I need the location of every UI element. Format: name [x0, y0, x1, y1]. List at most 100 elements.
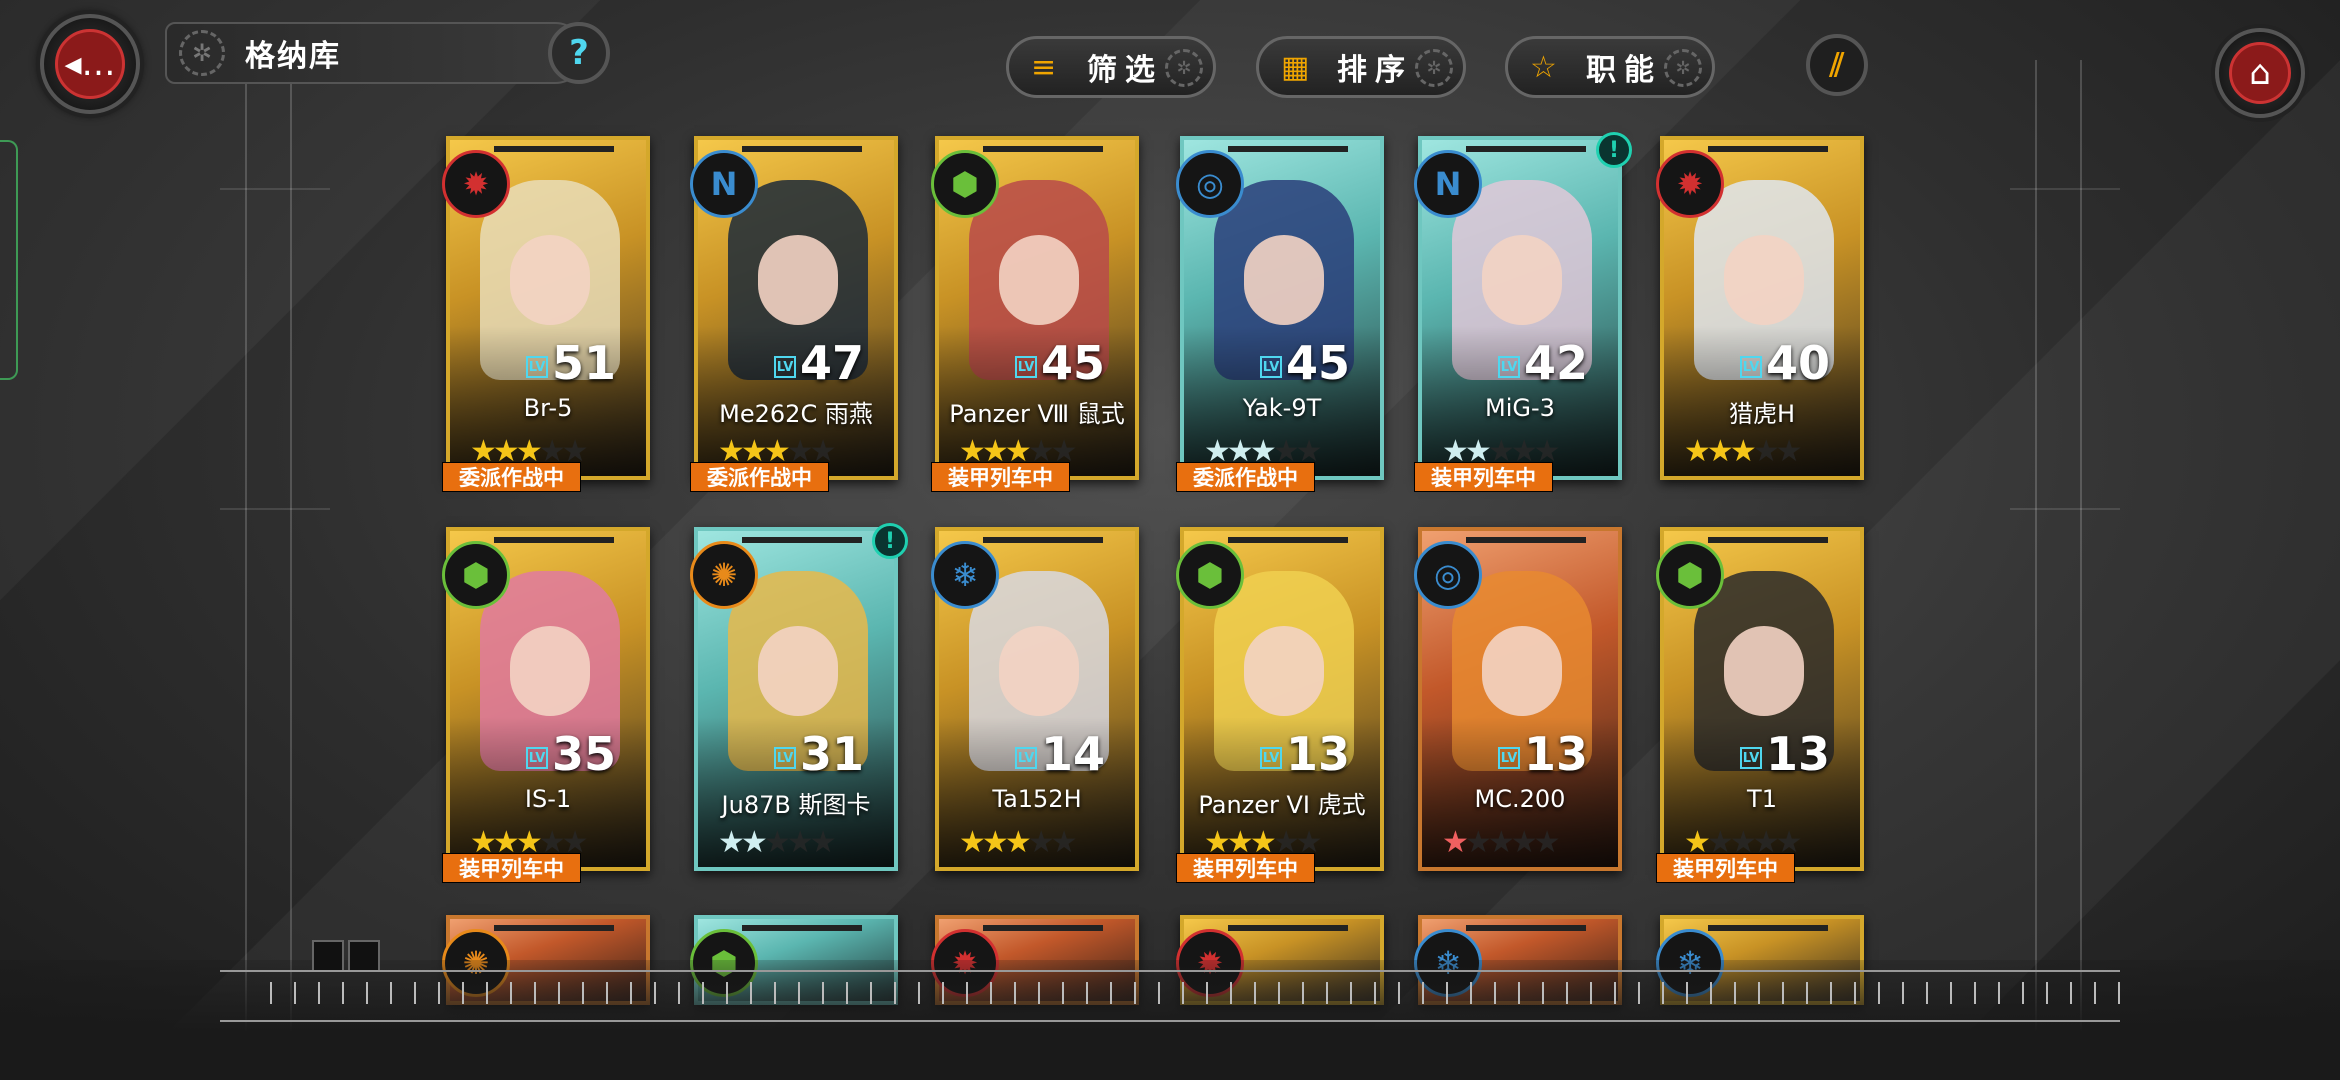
unit-card[interactable]: ⬢ LV 13 T1 ★★★★★ 装甲列车中 — [1656, 527, 1864, 883]
role-button[interactable]: ☆ 职能 ✲ — [1505, 36, 1715, 98]
star-icon: ★ — [740, 825, 768, 860]
home-button[interactable]: ⌂ — [2215, 28, 2305, 118]
star-rating: ★★★★★ — [718, 825, 837, 860]
decor-line — [220, 508, 330, 510]
home-icon: ⌂ — [2229, 42, 2291, 104]
level-tag-icon: LV — [1497, 747, 1520, 769]
unit-name: IS-1 — [524, 785, 572, 813]
unit-card[interactable]: ⬢ LV 35 IS-1 ★★★★★ 装甲列车中 — [442, 527, 650, 883]
level-tag-icon: LV — [773, 356, 796, 378]
unit-name: Me262C 雨燕 — [719, 400, 873, 428]
star-icon: ★ — [1729, 434, 1757, 469]
level-number: 13 — [1765, 727, 1830, 781]
unit-level: LV 13 — [1739, 727, 1830, 781]
status-badge: 委派作战中 — [442, 462, 581, 492]
star-icon: ★ — [1027, 825, 1055, 860]
sort-button[interactable]: ▦ 排序 ✲ — [1256, 36, 1466, 98]
blue-n-icon: N — [690, 150, 758, 218]
ruler-line — [220, 970, 2120, 972]
unit-level: LV 51 — [525, 336, 616, 390]
green-shield-icon: ⬢ — [1656, 541, 1724, 609]
character-face — [1724, 235, 1804, 325]
star-rating: ★★★★★ — [959, 825, 1078, 860]
card-top-bar — [1228, 925, 1348, 931]
unit-card[interactable]: ⬢ LV 45 Panzer Ⅷ 鼠式 ★★★★★ 装甲列车中 — [931, 136, 1139, 492]
gear-icon: ✲ — [1165, 49, 1203, 87]
blue-snowflake-icon: ❄ — [931, 541, 999, 609]
gear-icon: ✲ — [1664, 49, 1702, 87]
unit-name: MC.200 — [1474, 785, 1566, 813]
star-outline-icon: ☆ — [1530, 49, 1557, 85]
order-toggle-button[interactable]: ⫽ — [1806, 34, 1868, 96]
gear-icon: ✲ — [179, 30, 225, 76]
decor-rail — [290, 60, 292, 1080]
star-icon: ★ — [1706, 434, 1734, 469]
unit-card[interactable]: ◎ LV 13 MC.200 ★★★★★ — [1414, 527, 1622, 871]
gear-icon: ✲ — [1415, 49, 1453, 87]
status-badge: 装甲列车中 — [442, 853, 581, 883]
card-top-bar — [494, 146, 614, 152]
card-top-bar — [494, 537, 614, 543]
level-tag-icon: LV — [525, 356, 548, 378]
character-face — [510, 235, 590, 325]
star-icon: ★ — [718, 825, 745, 860]
star-icon: ★ — [809, 825, 837, 860]
filter-button[interactable]: ≡ 筛选 ✲ — [1006, 36, 1216, 98]
level-tag-icon: LV — [1014, 747, 1037, 769]
unit-card[interactable]: ✹ LV 51 Br-5 ★★★★★ 委派作战中 — [442, 136, 650, 492]
star-icon: ★ — [1752, 434, 1780, 469]
level-tag-icon: LV — [1259, 747, 1282, 769]
unit-name: 猎虎H — [1728, 400, 1796, 428]
star-icon: ★ — [959, 825, 986, 860]
level-number: 13 — [1285, 727, 1350, 781]
unit-card[interactable]: N LV 47 Me262C 雨燕 ★★★★★ 委派作战中 — [690, 136, 898, 492]
unit-card[interactable]: N! LV 42 MiG-3 ★★★★★ 装甲列车中 — [1414, 132, 1632, 492]
card-top-bar — [494, 925, 614, 931]
unit-name: Yak-9T — [1242, 394, 1322, 422]
unit-card[interactable]: ❄ LV 14 Ta152H ★★★★★ — [931, 527, 1139, 871]
back-button[interactable]: ◂… — [40, 14, 140, 114]
green-shield-icon: ⬢ — [442, 541, 510, 609]
decor-line — [220, 188, 330, 190]
level-number: 51 — [551, 336, 616, 390]
card-top-bar — [1228, 146, 1348, 152]
unit-card[interactable]: ✹ LV 40 猎虎H ★★★★★ — [1656, 136, 1864, 480]
card-top-bar — [742, 537, 862, 543]
unit-card[interactable]: ◎ LV 45 Yak-9T ★★★★★ 委派作战中 — [1176, 136, 1384, 492]
unit-card[interactable]: ✺! LV 31 Ju87B 斯图卡 ★★★★★ — [690, 523, 908, 871]
unit-name: Panzer Ⅷ 鼠式 — [949, 400, 1125, 428]
filter-lines-icon: ≡ — [1031, 49, 1057, 85]
grid-squares-icon: ▦ — [1281, 49, 1310, 85]
help-button[interactable]: ? — [548, 22, 610, 84]
unit-level: LV 40 — [1739, 336, 1830, 390]
order-bars-icon: ⫽ — [1829, 45, 1845, 84]
blue-target-icon: ◎ — [1414, 541, 1482, 609]
level-tag-icon: LV — [1497, 356, 1520, 378]
red-gear-icon: ✹ — [1656, 150, 1724, 218]
level-number: 40 — [1765, 336, 1830, 390]
unit-card[interactable]: ⬢ LV 13 Panzer VI 虎式 ★★★★★ 装甲列车中 — [1176, 527, 1384, 883]
unit-name: Panzer VI 虎式 — [1198, 791, 1366, 819]
card-top-bar — [1708, 537, 1828, 543]
card-top-bar — [1466, 537, 1586, 543]
blue-target-icon: ◎ — [1176, 150, 1244, 218]
star-icon: ★ — [1004, 825, 1032, 860]
card-top-bar — [983, 146, 1103, 152]
star-icon: ★ — [1442, 825, 1469, 860]
page-title: 格纳库 — [245, 39, 341, 74]
level-number: 31 — [799, 727, 864, 781]
level-tag-icon: LV — [1739, 747, 1762, 769]
unit-level: LV 13 — [1259, 727, 1350, 781]
star-icon: ★ — [981, 825, 1009, 860]
star-icon: ★ — [1050, 825, 1078, 860]
page-indicator-square — [348, 940, 380, 972]
star-icon: ★ — [1487, 825, 1515, 860]
green-shield-icon: ⬢ — [931, 150, 999, 218]
unit-level: LV 42 — [1497, 340, 1588, 386]
level-number: 45 — [1285, 336, 1350, 390]
card-top-bar — [983, 537, 1103, 543]
side-drawer-tab[interactable] — [0, 140, 18, 380]
level-number: 35 — [551, 727, 616, 781]
decor-line — [2010, 188, 2120, 190]
unit-level: LV 35 — [525, 727, 616, 781]
